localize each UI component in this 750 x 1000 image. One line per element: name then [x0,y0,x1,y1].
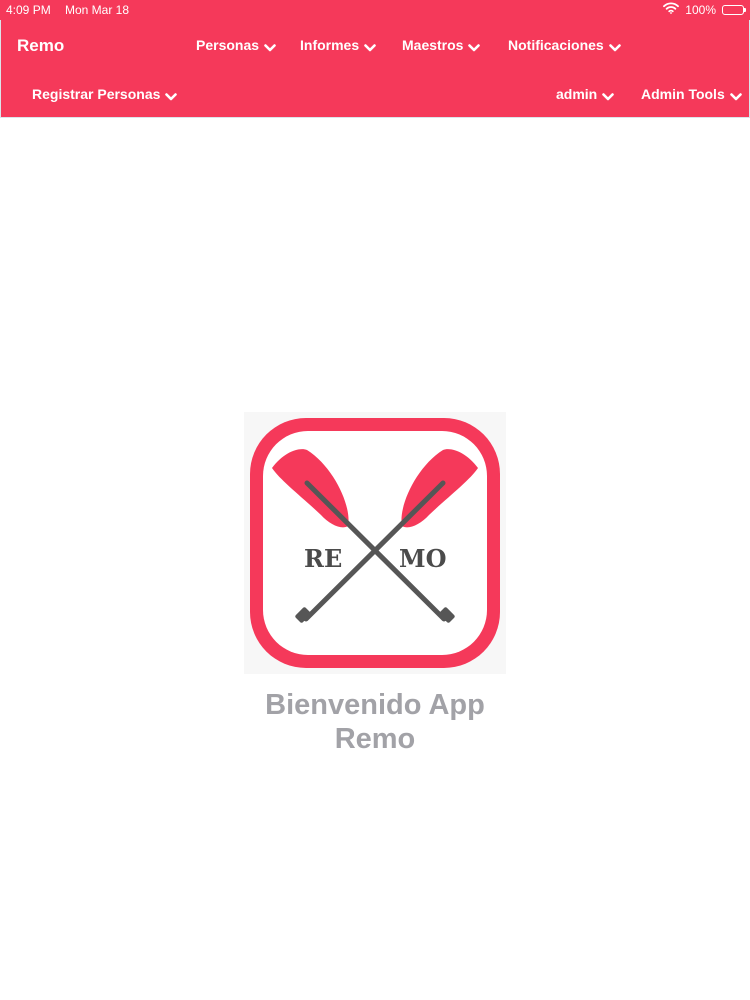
welcome-line-2: Remo [334,723,416,755]
chevron-down-icon [729,89,742,101]
remo-logo: RE MO [244,412,506,674]
logo-text-left: RE [304,544,343,573]
top-navbar: Remo Personas Informes Maestros Notifica… [0,20,750,118]
nav-personas-label: Personas [196,37,260,53]
nav-informes[interactable]: Informes [300,37,376,53]
wifi-icon [663,2,680,17]
brand-title[interactable]: Remo [17,36,64,56]
battery-icon [722,4,746,15]
status-time: 4:09 PM [6,3,51,17]
logo-text-right: MO [399,544,447,573]
welcome-message: Bienvenido App Remo [225,688,525,756]
chevron-down-icon [602,89,615,101]
nav-notificaciones-label: Notificaciones [508,37,604,53]
chevron-down-icon [608,40,621,52]
chevron-down-icon [264,40,276,52]
nav-admin[interactable]: admin [556,86,615,102]
nav-registrar-personas[interactable]: Registrar Personas [32,86,178,102]
battery-percent: 100% [685,2,716,17]
nav-maestros[interactable]: Maestros [402,37,481,53]
nav-notificaciones[interactable]: Notificaciones [508,37,621,53]
status-date: Mon Mar 18 [65,3,130,17]
nav-admin-tools-label: Admin Tools [641,86,725,102]
nav-informes-label: Informes [300,37,360,53]
nav-admin-label: admin [556,86,598,102]
chevron-down-icon [165,89,178,101]
status-right: 100% [663,2,746,17]
nav-personas[interactable]: Personas [196,37,276,53]
chevron-down-icon [364,40,376,52]
nav-registrar-personas-label: Registrar Personas [32,86,161,102]
chevron-down-icon [468,40,481,52]
nav-admin-tools[interactable]: Admin Tools [641,86,742,102]
welcome-line-1: Bienvenido App [265,689,485,721]
status-bar: 4:09 PM Mon Mar 18 100% [0,0,750,20]
nav-maestros-label: Maestros [402,37,464,53]
